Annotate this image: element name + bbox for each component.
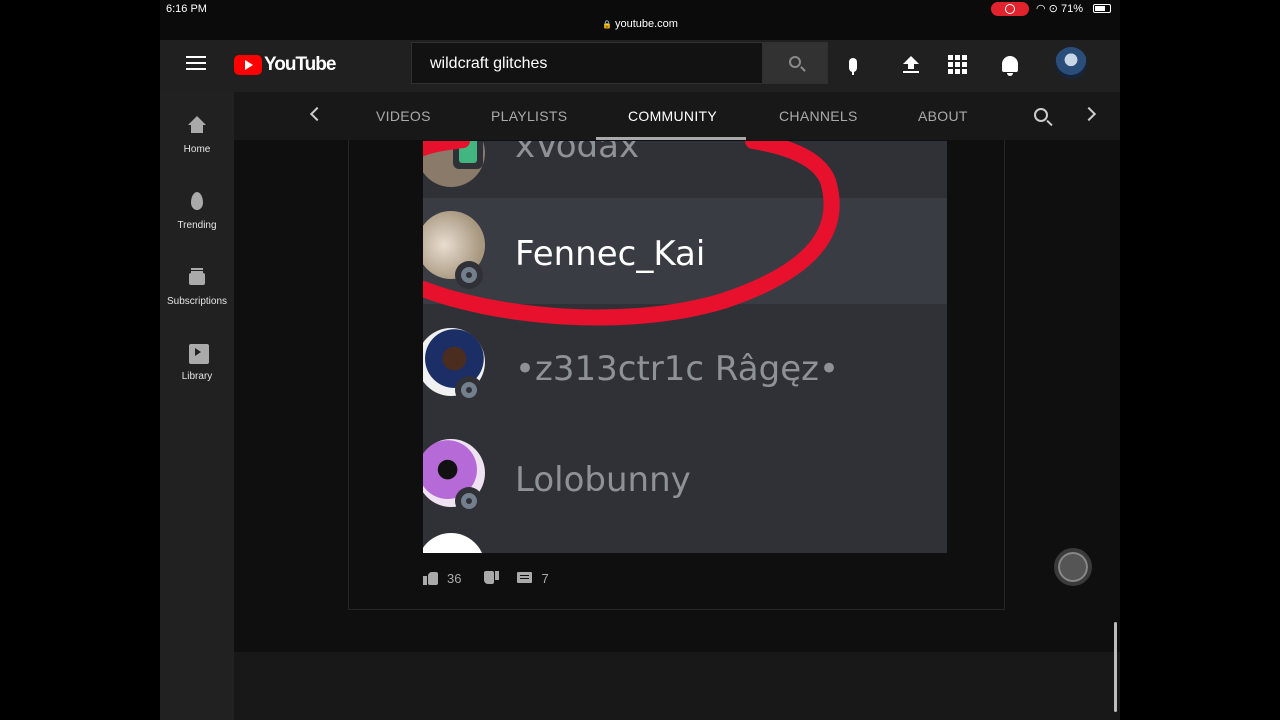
sidebar-item-subscriptions[interactable]: Subscriptions [160,266,234,307]
logo-text: YouTube [264,54,336,75]
address-url: youtube.com [614,18,678,30]
wifi-icon: ◠ [1036,3,1046,15]
battery-percent: 71% [1060,3,1083,15]
home-icon [185,114,209,138]
menu-icon[interactable] [186,56,206,72]
lock-icon: 🔒 [602,20,612,29]
address-bar[interactable]: 🔒 youtube.com [160,18,1120,30]
comment-count: 7 [541,570,549,586]
status-icons: ◠ ⊙ 71% [1036,2,1083,15]
tab-about[interactable]: ABOUT [918,108,968,124]
like-icon[interactable] [423,570,439,586]
youtube-logo[interactable]: YouTube [234,54,336,76]
scrollbar[interactable] [1114,622,1117,712]
channel-search-icon[interactable] [1034,108,1048,122]
sidebar: Home Trending Subscriptions Library [160,92,234,720]
chevron-right-icon[interactable] [1081,106,1097,122]
tab-playlists[interactable]: PLAYLISTS [491,108,567,124]
trending-icon [185,190,209,214]
battery-fill [1095,6,1105,11]
subscriptions-icon [185,266,209,290]
status-time: 6:16 PM [166,3,207,15]
dislike-icon[interactable] [483,570,500,586]
channel-tab-bar: VIDEOS PLAYLISTS COMMUNITY CHANNELS ABOU… [234,92,1120,140]
sidebar-item-label: Trending [177,220,217,231]
red-circle-tail [423,141,470,156]
red-circle-stroke [423,141,840,326]
sidebar-item-label: Library [181,371,213,382]
like-count: 36 [447,570,462,586]
main-content: VIDEOS PLAYLISTS COMMUNITY CHANNELS ABOU… [234,92,1120,720]
post-image[interactable]: xVodax Fennec_Kai •z313ctr1c Râgęz• Lolo… [423,141,947,553]
search-icon [789,56,801,68]
sidebar-item-home[interactable]: Home [160,114,234,155]
status-bar: 6:16 PM 🔒 youtube.com ◠ ⊙ 71% [160,0,1120,40]
comment-icon[interactable] [517,570,533,586]
sidebar-item-label: Subscriptions [166,296,228,307]
app-frame: 6:16 PM 🔒 youtube.com ◠ ⊙ 71% YouTube wil… [160,0,1120,720]
screen-recording-icon[interactable] [991,2,1029,16]
apps-icon[interactable] [948,55,967,74]
tab-channels[interactable]: CHANNELS [779,108,858,124]
avatar[interactable] [1055,47,1087,79]
sidebar-item-label: Home [183,144,211,155]
search-input[interactable]: wildcraft glitches [411,42,763,84]
sidebar-item-library[interactable]: Library [160,341,234,382]
battery-icon [1093,4,1111,13]
orientation-lock-icon: ⊙ [1048,3,1058,15]
mic-icon[interactable] [841,53,865,77]
youtube-play-icon [234,55,262,75]
sidebar-item-trending[interactable]: Trending [160,190,234,231]
library-icon [185,341,209,365]
search-button[interactable] [762,42,828,84]
upload-icon[interactable] [899,53,923,77]
chevron-left-icon[interactable] [309,106,325,122]
feed-footer [234,652,1120,720]
bell-icon[interactable] [998,53,1022,77]
masthead: YouTube wildcraft glitches [160,40,1120,92]
assistive-touch-button[interactable] [1054,548,1092,586]
red-circle-annotation [423,141,840,326]
post-actions: 36 7 [423,568,549,588]
tab-community[interactable]: COMMUNITY [628,108,717,124]
search-query: wildcraft glitches [430,55,548,72]
tab-videos[interactable]: VIDEOS [376,108,431,124]
